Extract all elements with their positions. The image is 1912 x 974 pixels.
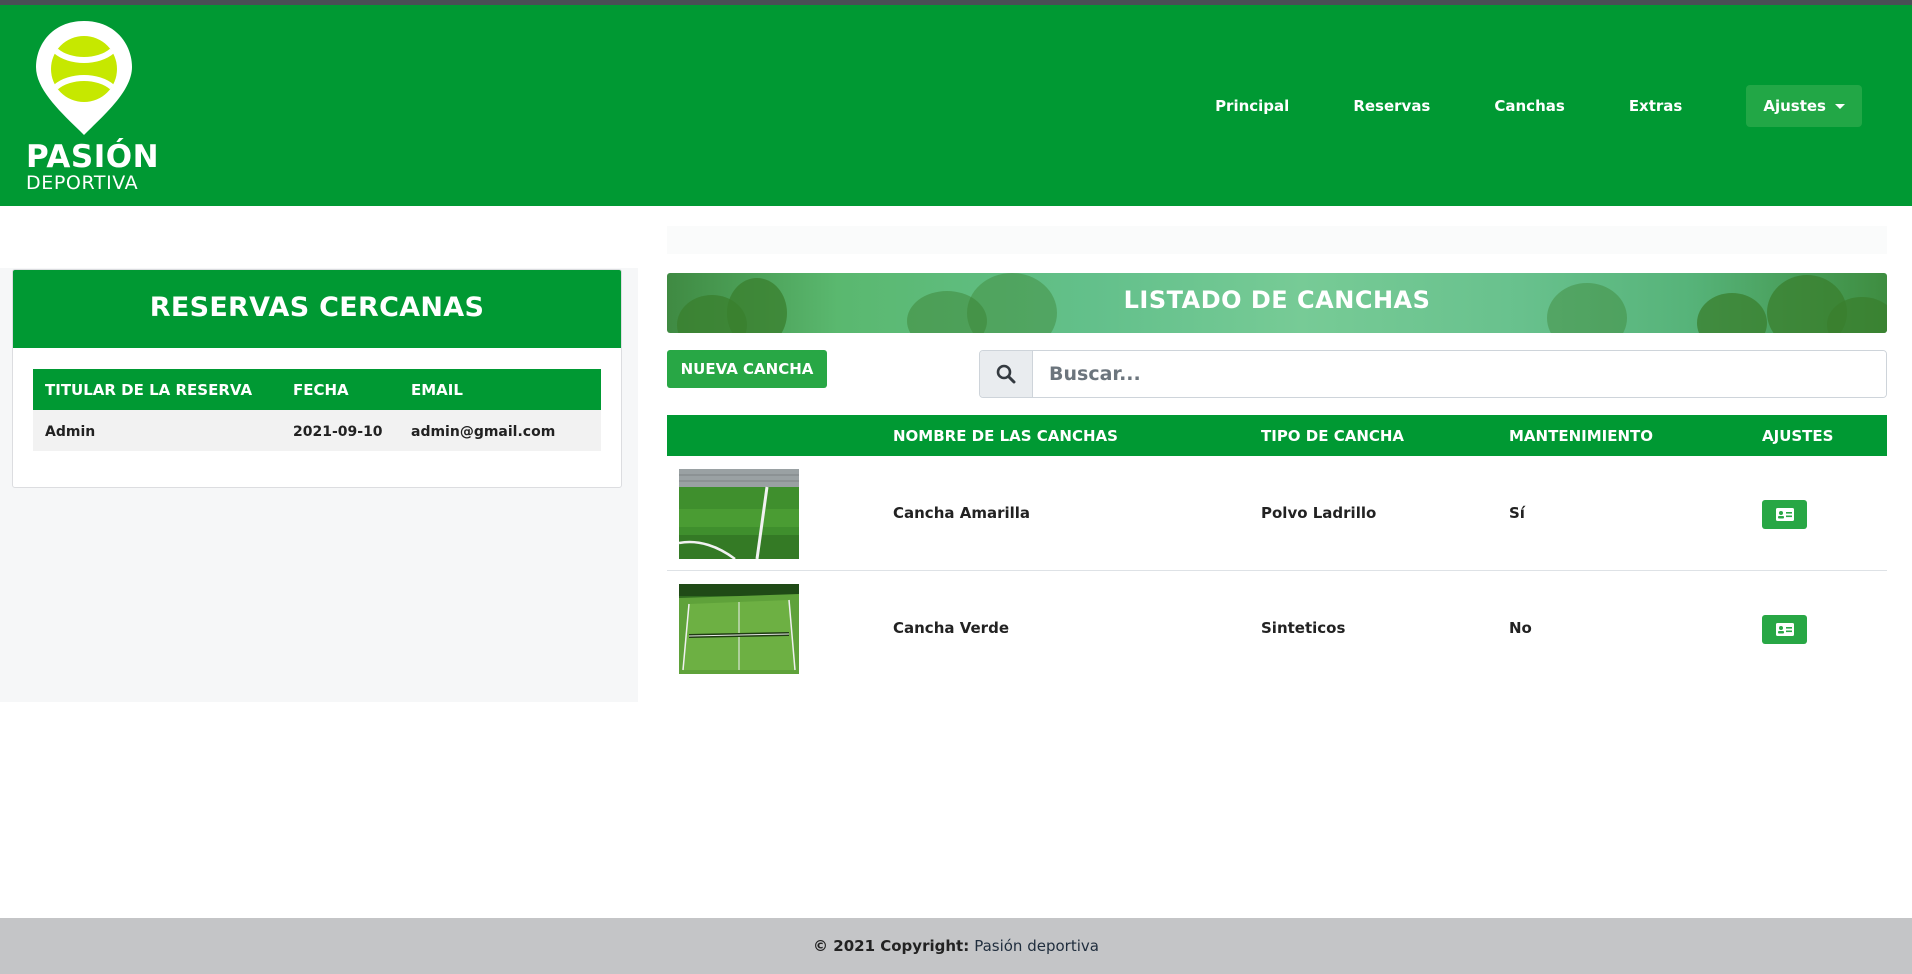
nav-link-reservas[interactable]: Reservas	[1353, 97, 1430, 115]
cancha-mantenimiento: No	[1509, 619, 1532, 637]
col-header-fecha: FECHA	[293, 381, 349, 399]
cancha-thumbnail	[679, 584, 799, 674]
cancha-tipo: Polvo Ladrillo	[1261, 504, 1377, 522]
search-icon	[996, 364, 1016, 384]
col-header-ajustes: AJUSTES	[1762, 427, 1834, 445]
caret-down-icon	[1835, 103, 1845, 109]
reserva-fecha: 2021-09-10	[293, 424, 383, 440]
nav-link-principal[interactable]: Principal	[1215, 97, 1289, 115]
panel-title: RESERVAS CERCANAS	[149, 292, 485, 323]
table-row: Admin 2021-09-10 admin@gmail.com	[33, 410, 601, 451]
brand-name: PASIÓN	[26, 139, 160, 175]
canchas-title: LISTADO DE CANCHAS	[1123, 286, 1431, 314]
canchas-banner: LISTADO DE CANCHAS	[667, 273, 1887, 333]
col-header-nombre: NOMBRE DE LAS CANCHAS	[893, 427, 1118, 445]
nueva-cancha-button[interactable]: NUEVA CANCHA	[667, 350, 827, 388]
brand-logo[interactable]: PASIÓN DEPORTIVA	[26, 17, 160, 195]
col-header-titular: TITULAR DE LA RESERVA	[45, 381, 253, 399]
canchas-table: NOMBRE DE LAS CANCHAS TIPO DE CANCHA MAN…	[667, 415, 1887, 686]
main-nav: Principal Reservas Canchas Extras Ajuste…	[1151, 85, 1862, 127]
search-group	[979, 350, 1887, 398]
cancha-thumbnail	[679, 469, 799, 559]
table-row: Cancha Verde Sinteticos No	[667, 571, 1887, 686]
cancha-nombre: Cancha Amarilla	[893, 504, 1031, 522]
id-card-icon	[1775, 623, 1794, 636]
canchas-table-header: NOMBRE DE LAS CANCHAS TIPO DE CANCHA MAN…	[667, 415, 1887, 456]
footer-brand-link[interactable]: Pasión deportiva	[974, 937, 1099, 955]
pin-ball-icon	[36, 21, 132, 135]
col-header-tipo: TIPO DE CANCHA	[1261, 427, 1405, 445]
reservas-table-header: TITULAR DE LA RESERVA FECHA EMAIL	[33, 369, 601, 410]
col-header-mantenimiento: MANTENIMIENTO	[1509, 427, 1653, 445]
col-header-email: EMAIL	[411, 381, 463, 399]
navbar: PASIÓN DEPORTIVA Principal Reservas Canc…	[0, 5, 1912, 206]
reserva-email: admin@gmail.com	[411, 424, 556, 440]
ajustes-dropdown[interactable]: Ajustes	[1746, 85, 1862, 127]
panel-header: RESERVAS CERCANAS	[13, 270, 621, 348]
cancha-nombre: Cancha Verde	[893, 619, 1009, 637]
footer-copyright: © 2021 Copyright:	[813, 937, 970, 955]
cancha-tipo: Sinteticos	[1261, 619, 1346, 637]
cancha-mantenimiento: Sí	[1509, 504, 1525, 522]
ajustes-dropdown-label: Ajustes	[1763, 97, 1826, 115]
edit-cancha-button[interactable]	[1762, 500, 1807, 529]
nav-link-canchas[interactable]: Canchas	[1494, 97, 1564, 115]
footer: © 2021 Copyright: Pasión deportiva	[0, 918, 1912, 974]
nav-link-extras[interactable]: Extras	[1629, 97, 1683, 115]
reservas-cercanas-panel: RESERVAS CERCANAS TITULAR DE LA RESERVA …	[12, 269, 622, 488]
content-top-bar	[667, 226, 1887, 254]
reserva-titular: Admin	[45, 424, 96, 440]
search-addon	[980, 351, 1033, 397]
reservas-table: TITULAR DE LA RESERVA FECHA EMAIL Admin …	[33, 369, 601, 451]
id-card-icon	[1775, 508, 1794, 521]
edit-cancha-button[interactable]	[1762, 615, 1807, 644]
brand-subtitle: DEPORTIVA	[26, 172, 139, 194]
table-row: Cancha Amarilla Polvo Ladrillo Sí	[667, 456, 1887, 571]
search-input[interactable]	[1033, 351, 1886, 397]
